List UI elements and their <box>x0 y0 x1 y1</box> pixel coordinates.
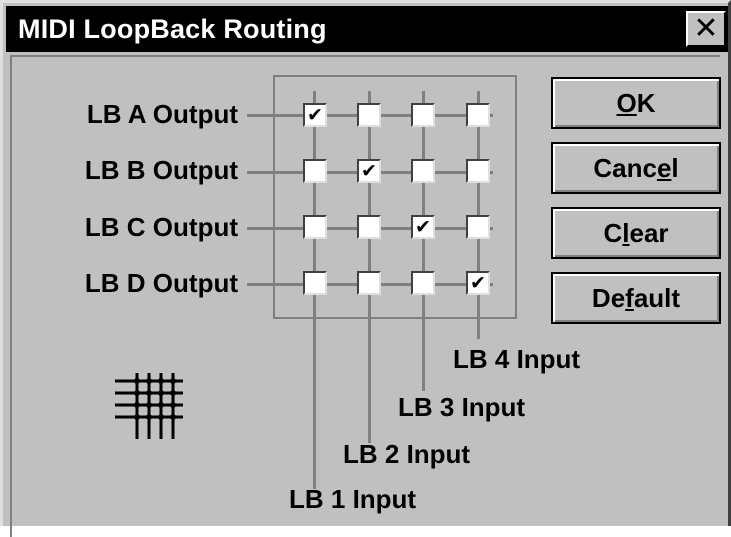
cancel-button[interactable]: Canc e l <box>551 142 721 194</box>
ok-button-mnemonic: O <box>616 87 637 118</box>
route-checkbox-b-2[interactable]: ✔ <box>357 159 381 183</box>
clear-button-label-b: ear <box>629 217 669 248</box>
output-label-b: LB B Output <box>84 155 238 185</box>
dialog-client-area: LB A Output LB B Output LB C Output LB D… <box>3 55 725 537</box>
route-checkbox-d-3[interactable] <box>411 271 435 295</box>
route-checkbox-c-1[interactable] <box>303 215 327 239</box>
checkmark-icon: ✔ <box>361 160 377 182</box>
input-wire-3 <box>422 91 425 391</box>
output-label-d: LB D Output <box>84 268 238 298</box>
ok-button[interactable]: OK <box>551 77 721 129</box>
input-label-3: LB 3 Input <box>398 392 526 422</box>
route-checkbox-d-4[interactable]: ✔ <box>466 271 490 295</box>
input-label-4: LB 4 Input <box>453 344 581 374</box>
cancel-button-mnemonic: e <box>656 152 672 183</box>
route-checkbox-d-2[interactable] <box>357 271 381 295</box>
route-checkbox-c-4[interactable] <box>466 215 490 239</box>
route-checkbox-a-4[interactable] <box>466 103 490 127</box>
input-label-1: LB 1 Input <box>289 484 417 514</box>
default-button-mnemonic: f <box>625 282 634 313</box>
route-checkbox-d-1[interactable] <box>303 271 327 295</box>
route-checkbox-b-3[interactable] <box>411 159 435 183</box>
default-button-label-a: De <box>591 282 626 313</box>
close-icon: ✕ <box>693 12 719 45</box>
window-title: MIDI LoopBack Routing <box>18 14 327 44</box>
default-button[interactable]: De f ault <box>551 272 721 324</box>
routing-matrix-icon <box>115 373 183 439</box>
input-label-2: LB 2 Input <box>343 439 471 469</box>
input-wire-2 <box>368 91 371 443</box>
ok-button-label-b: K <box>636 87 656 118</box>
checkmark-icon: ✔ <box>470 272 486 294</box>
default-button-label-b: ault <box>633 282 681 313</box>
output-label-c: LB C Output <box>84 212 238 242</box>
clear-button-label-a: C <box>603 217 623 248</box>
route-checkbox-b-4[interactable] <box>466 159 490 183</box>
checkmark-icon: ✔ <box>307 104 323 126</box>
close-button[interactable]: ✕ <box>686 11 726 47</box>
clear-button-mnemonic: l <box>622 217 630 248</box>
clear-button[interactable]: Cl ear <box>551 207 721 259</box>
output-label-a: LB A Output <box>86 99 238 129</box>
route-checkbox-c-2[interactable] <box>357 215 381 239</box>
cancel-button-label-a: Canc <box>593 152 657 183</box>
route-checkbox-c-3[interactable]: ✔ <box>411 215 435 239</box>
title-bar[interactable]: MIDI LoopBack Routing ✕ <box>6 6 728 52</box>
route-checkbox-a-3[interactable] <box>411 103 435 127</box>
checkmark-icon: ✔ <box>415 216 431 238</box>
route-checkbox-a-2[interactable] <box>357 103 381 127</box>
cancel-button-label-b: l <box>671 152 679 183</box>
route-checkbox-a-1[interactable]: ✔ <box>303 103 327 127</box>
route-checkbox-b-1[interactable] <box>303 159 327 183</box>
